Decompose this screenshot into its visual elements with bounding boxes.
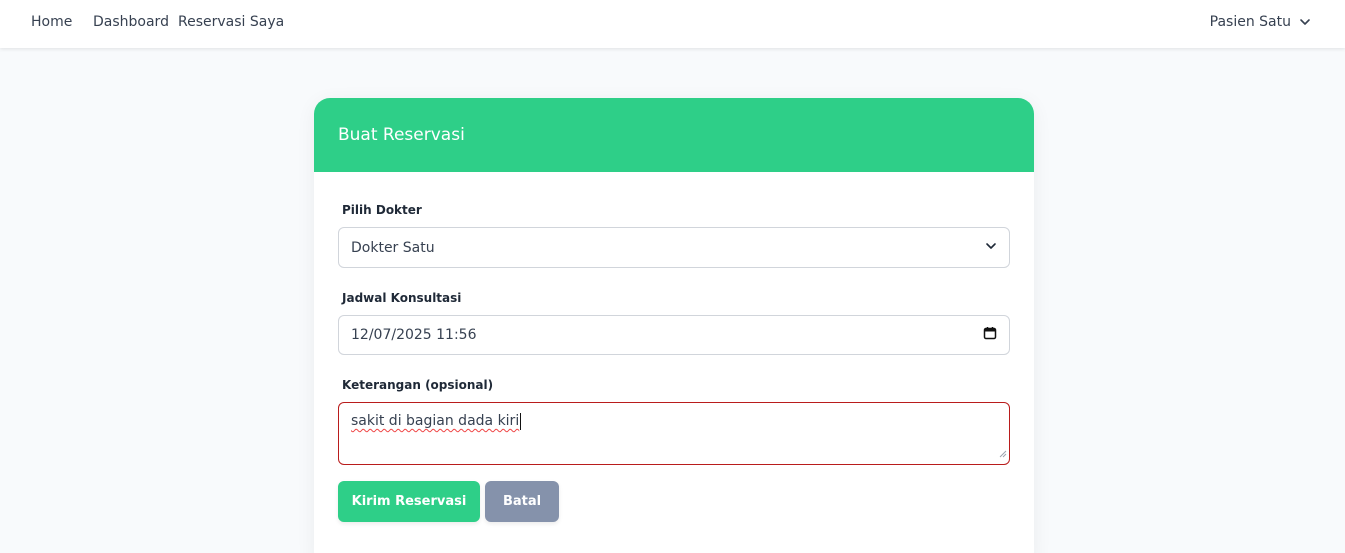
- text-caret: [520, 413, 522, 430]
- cancel-button[interactable]: Batal: [485, 481, 559, 522]
- calendar-icon[interactable]: [983, 326, 997, 344]
- top-navbar: Home Dashboard Reservasi Saya Pasien Sat…: [0, 0, 1345, 48]
- notes-textarea[interactable]: sakit di bagian dada kiri: [338, 402, 1010, 465]
- schedule-value: 12/07/2025 11:56: [351, 327, 477, 343]
- chevron-down-icon: [1299, 16, 1311, 28]
- doctor-select-value: Dokter Satu: [351, 239, 435, 256]
- nav-dashboard-link[interactable]: Dashboard: [93, 14, 169, 30]
- reservation-card: Buat Reservasi Pilih Dokter Dokter Satu …: [314, 98, 1034, 553]
- schedule-label: Jadwal Konsultasi: [342, 291, 462, 305]
- nav-home-link[interactable]: Home: [31, 14, 72, 30]
- notes-label: Keterangan (opsional): [342, 378, 494, 392]
- submit-reservation-button[interactable]: Kirim Reservasi: [338, 481, 480, 522]
- user-name: Pasien Satu: [1209, 14, 1291, 30]
- user-menu-dropdown[interactable]: Pasien Satu: [1210, 14, 1311, 30]
- card-header: Buat Reservasi: [314, 98, 1034, 172]
- chevron-down-icon: [985, 240, 997, 256]
- card-title: Buat Reservasi: [338, 125, 465, 145]
- nav-my-reservations-link[interactable]: Reservasi Saya: [178, 14, 284, 30]
- notes-value: sakit di bagian dada kiri: [351, 413, 520, 429]
- schedule-datetime-input[interactable]: 12/07/2025 11:56: [338, 315, 1010, 355]
- doctor-label: Pilih Dokter: [342, 203, 422, 217]
- resize-grip-icon[interactable]: [999, 446, 1007, 462]
- doctor-select[interactable]: Dokter Satu: [338, 227, 1010, 268]
